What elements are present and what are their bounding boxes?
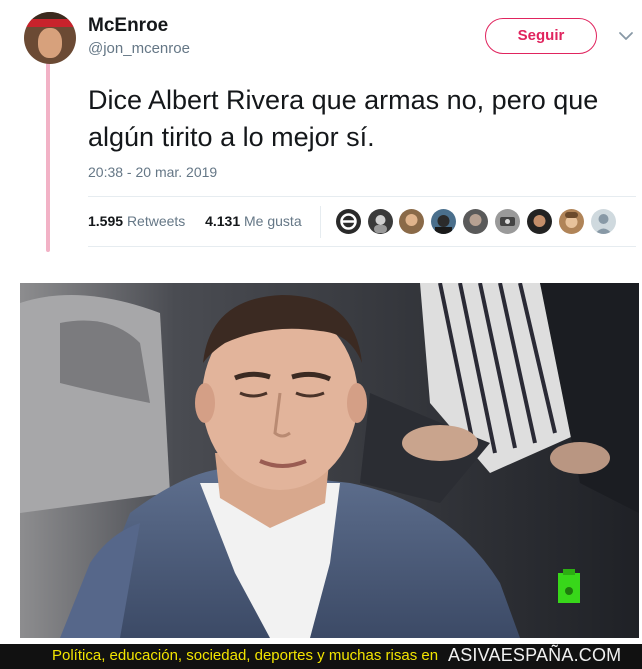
tv-channel-logo-icon [558,569,580,603]
divider [88,246,636,247]
footer-bar: Política, educación, sociedad, deportes … [0,644,642,669]
liker-avatar[interactable] [463,209,488,234]
retweets-label[interactable]: Retweets [127,213,185,229]
likes-count[interactable]: 4.131 [205,213,240,229]
liker-avatar[interactable] [559,209,584,234]
liker-avatar[interactable] [336,209,361,234]
tweet-timestamp[interactable]: 20:38 - 20 mar. 2019 [88,164,217,180]
tweet-stats: 1.595 Retweets 4.131 Me gusta [88,213,302,229]
footer-tagline: Política, educación, sociedad, deportes … [52,647,439,664]
liker-avatar[interactable] [495,209,520,234]
retweets-count[interactable]: 1.595 [88,213,123,229]
tweet-media[interactable] [20,283,639,638]
liker-avatar[interactable] [527,209,552,234]
stats-separator [320,206,321,238]
liker-avatar[interactable] [591,209,616,234]
thread-line [46,62,50,252]
author-handle[interactable]: @jon_mcenroe [88,40,190,57]
liker-avatar[interactable] [399,209,424,234]
tweet-card: McEnroe @jon_mcenroe Seguir Dice Albert … [0,0,642,260]
follow-button[interactable]: Seguir [485,18,597,54]
divider [88,196,636,197]
tweet-text: Dice Albert Rivera que armas no, pero qu… [88,85,599,152]
avatar[interactable] [24,12,76,64]
liker-avatar[interactable] [368,209,393,234]
chevron-down-icon[interactable] [618,28,634,44]
liker-avatar[interactable] [431,209,456,234]
video-frame [20,283,639,638]
author-name[interactable]: McEnroe [88,15,168,37]
footer-site-link[interactable]: ASIVAESPAÑA.COM [448,645,621,666]
likes-label[interactable]: Me gusta [244,213,302,229]
